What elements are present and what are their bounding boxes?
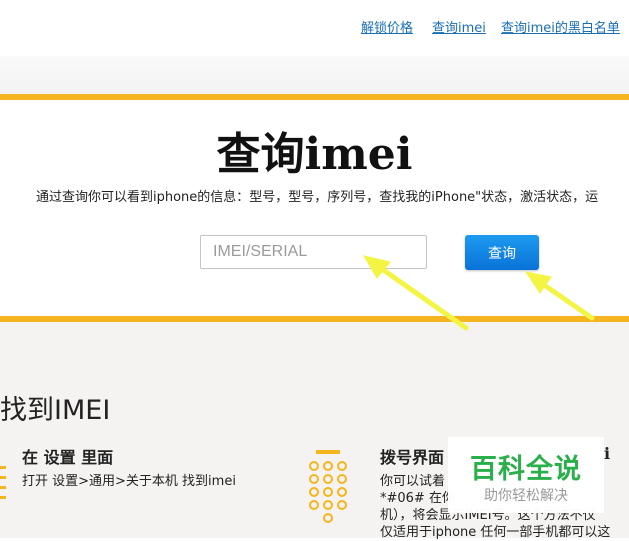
step2-line-4: 仅适用于iphone 任何一部手机都可以这 (380, 525, 611, 540)
nav-link-unlock-price[interactable]: 解锁价格 (361, 17, 413, 36)
settings-icon (0, 466, 6, 499)
step2-line-1: 你可以试着 (380, 474, 446, 489)
query-button[interactable]: 查询 (465, 235, 539, 270)
step1-title: 在 设置 里面 (22, 448, 114, 467)
step2-line-2: *#06# 在你 (380, 491, 455, 506)
page-title: 查询imei (216, 129, 413, 180)
keypad-icon (309, 450, 347, 523)
watermark: 百科全说 助你轻松解决 (448, 437, 604, 513)
section-title: 找到IMEI (0, 395, 111, 426)
watermark-title: 百科全说 (470, 454, 582, 485)
hero-description: 通过查询你可以看到iphone的信息：型号，型号，序列号，查找我的iPhone"… (36, 190, 599, 205)
imei-query-hero: 查询imei 通过查询你可以看到iphone的信息：型号，型号，序列号，查找我的… (0, 100, 629, 316)
nav-link-query-imei[interactable]: 查询imei (432, 17, 486, 36)
top-navigation: 解锁价格 查询imei 查询imei的黑白名单 (0, 0, 629, 56)
step2-title: 拨号界面 (380, 448, 445, 467)
imei-input[interactable] (200, 235, 427, 269)
step1-text: 打开 设置>通用>关于本机 找到imei (22, 474, 236, 489)
watermark-subtitle: 助你轻松解决 (484, 488, 568, 504)
header-band (0, 56, 629, 94)
step2-title-tail: i (604, 444, 611, 463)
nav-link-imei-blacklist[interactable]: 查询imei的黑白名单 (501, 17, 620, 36)
